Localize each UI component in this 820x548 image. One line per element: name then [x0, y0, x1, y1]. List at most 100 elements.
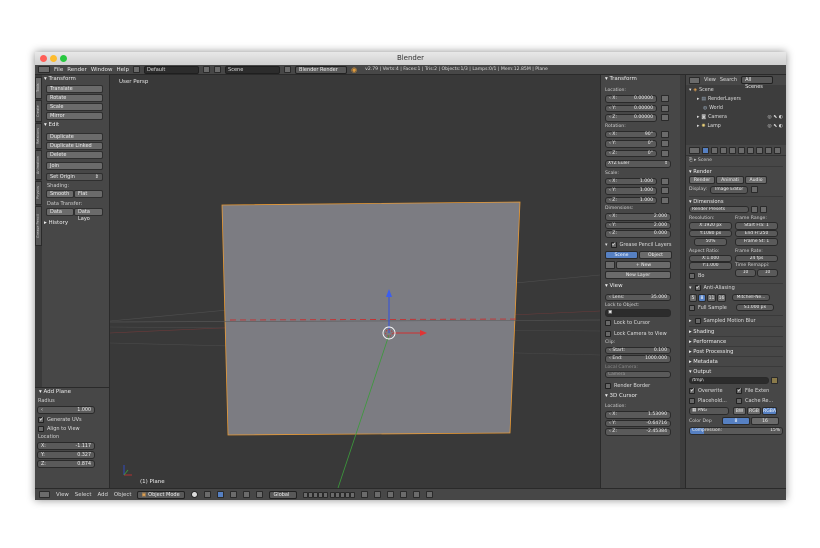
lock-layers-icon[interactable]	[361, 491, 369, 498]
scene-tab-icon[interactable]	[720, 146, 727, 154]
snap-element-icon[interactable]	[400, 491, 408, 498]
cursor-z-field[interactable]: ‹ Z: -2.45384	[605, 428, 671, 436]
clip-end-field[interactable]: ‹ End: 1000.000	[605, 355, 671, 363]
menu-help[interactable]: Help	[117, 67, 130, 73]
n-cursor-header[interactable]: ▾ 3D Cursor	[605, 392, 675, 401]
n-dimensions-y[interactable]: ‹ Y: 2.000	[605, 221, 671, 229]
outliner-item-camera[interactable]: ▸ ◙ Camera ◎ ⬉ ◐	[689, 113, 783, 122]
cursor-y-field[interactable]: ‹ Y: -0.64716	[605, 419, 671, 427]
lock-to-cursor-checkbox[interactable]: Lock to Cursor	[605, 319, 675, 328]
tab-create[interactable]: Create	[35, 100, 42, 122]
outliner-item-lamp[interactable]: ▸ ✺ Lamp ◎ ⬉ ◐	[689, 122, 783, 131]
constraints-tab-icon[interactable]	[747, 146, 754, 154]
data-layout-button[interactable]: Data Layo	[74, 208, 103, 222]
footer-object-menu[interactable]: Object	[114, 492, 132, 498]
smooth-button[interactable]: Smooth	[46, 190, 74, 198]
3d-viewport[interactable]: User Persp (1) Plane	[110, 75, 600, 488]
opengl-render-icon[interactable]	[413, 491, 421, 498]
n-dimensions-z[interactable]: ‹ Z: 0.000	[605, 230, 671, 238]
lock-icon[interactable]	[661, 187, 669, 195]
location-x-field[interactable]: X: -1.117	[37, 442, 95, 450]
edit-panel-header[interactable]: ▾ Edit	[44, 121, 108, 130]
outliner-item-scene[interactable]: ▾ ◈ Scene	[689, 86, 783, 95]
duplicate-linked-button[interactable]: Duplicate Linked	[46, 142, 103, 150]
render-button[interactable]: Render	[689, 176, 715, 184]
depth-8-button[interactable]: 8	[722, 417, 750, 425]
tab-animation[interactable]: Animation	[35, 150, 42, 180]
add-layout-icon[interactable]	[203, 66, 211, 73]
gp-scene-button[interactable]: Scene	[605, 250, 638, 259]
transform-panel-header[interactable]: ▾ Transform	[44, 75, 108, 84]
lock-icon[interactable]	[661, 196, 669, 204]
gp-new-button[interactable]: + New	[616, 260, 671, 269]
footer-add-menu[interactable]: Add	[97, 492, 107, 498]
menu-window[interactable]: Window	[91, 67, 113, 73]
full-sample-checkbox[interactable]: Full Sample	[689, 304, 733, 313]
menu-file[interactable]: File	[54, 67, 63, 73]
scale-manipulator-icon[interactable]	[256, 491, 264, 498]
footer-view-menu[interactable]: View	[56, 492, 69, 498]
material-tab-icon[interactable]	[774, 146, 781, 154]
file-format-select[interactable]: ▦ PNG	[689, 407, 729, 415]
compression-slider[interactable]: Compression: 15%	[689, 427, 783, 435]
lock-icon[interactable]	[661, 177, 669, 185]
output-path-field[interactable]: /tmp\	[689, 376, 769, 384]
display-toggle-icon[interactable]	[751, 186, 759, 194]
delete-button[interactable]: Delete	[46, 151, 103, 159]
outliner-filter-select[interactable]: All Scenes	[741, 76, 774, 90]
outliner-item-world[interactable]: ◍ World	[689, 104, 783, 113]
depth-16-button[interactable]: 16	[751, 417, 779, 425]
properties-editor-icon[interactable]	[689, 146, 700, 154]
scene-icon[interactable]	[214, 66, 222, 73]
cursor-x-field[interactable]: ‹ X: 1.53090	[605, 411, 671, 419]
manipulator-toggle-icon[interactable]	[217, 491, 225, 498]
layer-buttons[interactable]	[303, 491, 356, 498]
render-panel-header[interactable]: ▾ Render	[689, 166, 783, 176]
color-rgba-button[interactable]: RGBA	[762, 407, 777, 415]
visibility-icons[interactable]: ◎ ⬉ ◐	[768, 113, 783, 122]
renderlayers-tab-icon[interactable]	[711, 146, 718, 154]
operator-header[interactable]: ▾ Add Plane	[39, 388, 109, 397]
n-dimensions-x[interactable]: ‹ X: 2.000	[605, 213, 671, 221]
post-processing-panel-header[interactable]: ▸ Post Processing	[689, 345, 783, 356]
opengl-anim-icon[interactable]	[426, 491, 434, 498]
metadata-panel-header[interactable]: ▸ Metadata	[689, 355, 783, 366]
lock-icon[interactable]	[661, 114, 669, 122]
minimize-window-button[interactable]	[50, 55, 57, 62]
data-tab-icon[interactable]	[765, 146, 772, 154]
n-view-header[interactable]: ▾ View	[605, 282, 675, 291]
rotation-mode-select[interactable]: XYZ Euler ⇕	[605, 160, 671, 168]
file-extensions-checkbox[interactable]: File Exten	[736, 386, 780, 395]
layer-button[interactable]	[323, 491, 329, 498]
lens-field[interactable]: ‹ Lens: 35.000	[605, 293, 671, 301]
join-button[interactable]: Join	[46, 162, 103, 170]
lock-icon[interactable]	[661, 149, 669, 157]
n-scale-x[interactable]: ‹ X: 1.000	[605, 177, 657, 185]
aa-5-button[interactable]: 5	[689, 293, 697, 302]
outliner-search-menu[interactable]: Search	[720, 77, 737, 83]
aa-16-button[interactable]: 16	[717, 293, 726, 302]
add-scene-icon[interactable]	[284, 66, 292, 73]
translate-manipulator-icon[interactable]	[230, 491, 238, 498]
frame-rate-select[interactable]: 24 fps	[735, 254, 778, 262]
n-scale-z[interactable]: ‹ Z: 1.000	[605, 196, 657, 204]
n-location-y[interactable]: ‹ Y: 0.00000	[605, 104, 657, 112]
set-origin-select[interactable]: Set Origin ⇕	[46, 173, 103, 181]
color-bw-button[interactable]: BW	[733, 407, 746, 415]
rotate-manipulator-icon[interactable]	[243, 491, 251, 498]
proportional-edit-icon[interactable]	[374, 491, 382, 498]
translate-button[interactable]: Translate	[46, 85, 103, 93]
lock-camera-checkbox[interactable]: Lock Camera to View	[605, 330, 675, 339]
snap-icon[interactable]	[387, 491, 395, 498]
location-y-field[interactable]: Y: 0.327	[37, 451, 95, 459]
n-rotation-z[interactable]: ‹ Z: 0°	[605, 149, 657, 157]
pivot-point-icon[interactable]	[204, 491, 212, 498]
plane-object[interactable]	[221, 201, 521, 436]
generate-uvs-checkbox[interactable]: Generate UVs	[38, 415, 109, 424]
n-rotation-y[interactable]: ‹ Y: 0°	[605, 140, 657, 148]
cache-result-checkbox[interactable]: Cache Re...	[736, 396, 780, 405]
rotate-button[interactable]: Rotate	[46, 94, 103, 102]
tab-relations[interactable]: Relations	[35, 123, 42, 149]
orientation-select[interactable]: Global	[269, 490, 298, 499]
overwrite-checkbox[interactable]: Overwrite	[689, 386, 733, 395]
